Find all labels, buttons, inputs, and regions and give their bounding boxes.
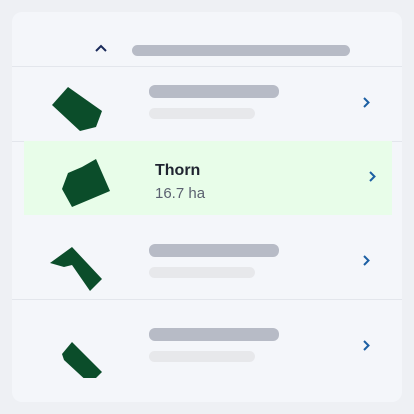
- field-name-placeholder: [149, 244, 279, 257]
- field-shape-thumbnail: [62, 342, 102, 378]
- field-list-item[interactable]: [12, 300, 402, 392]
- chevron-right-icon: [362, 254, 370, 266]
- field-name: Thorn: [155, 162, 201, 179]
- chevron-right-icon: [368, 170, 376, 182]
- field-shape-thumbnail: [50, 247, 102, 291]
- field-list-item-selected[interactable]: Thorn 16.7 ha: [24, 141, 392, 215]
- chevron-up-icon: [95, 44, 107, 52]
- open-field-button[interactable]: [360, 95, 372, 109]
- field-name-placeholder: [149, 85, 279, 98]
- open-field-button[interactable]: [366, 169, 378, 183]
- chevron-right-icon: [362, 339, 370, 351]
- open-field-button[interactable]: [360, 253, 372, 267]
- field-area: 16.7 ha: [155, 185, 206, 202]
- field-list-item[interactable]: [12, 67, 402, 142]
- field-list-item[interactable]: [12, 225, 402, 300]
- field-name-placeholder: [149, 328, 279, 341]
- field-area-placeholder: [149, 267, 255, 278]
- open-field-button[interactable]: [360, 338, 372, 352]
- header-title-placeholder: [132, 45, 350, 56]
- field-area-placeholder: [149, 108, 255, 119]
- field-shape-thumbnail: [62, 159, 110, 207]
- field-shape-thumbnail: [52, 87, 102, 131]
- chevron-right-icon: [362, 96, 370, 108]
- field-area-placeholder: [149, 351, 255, 362]
- collapse-button[interactable]: [90, 40, 112, 56]
- list-header: [12, 24, 402, 67]
